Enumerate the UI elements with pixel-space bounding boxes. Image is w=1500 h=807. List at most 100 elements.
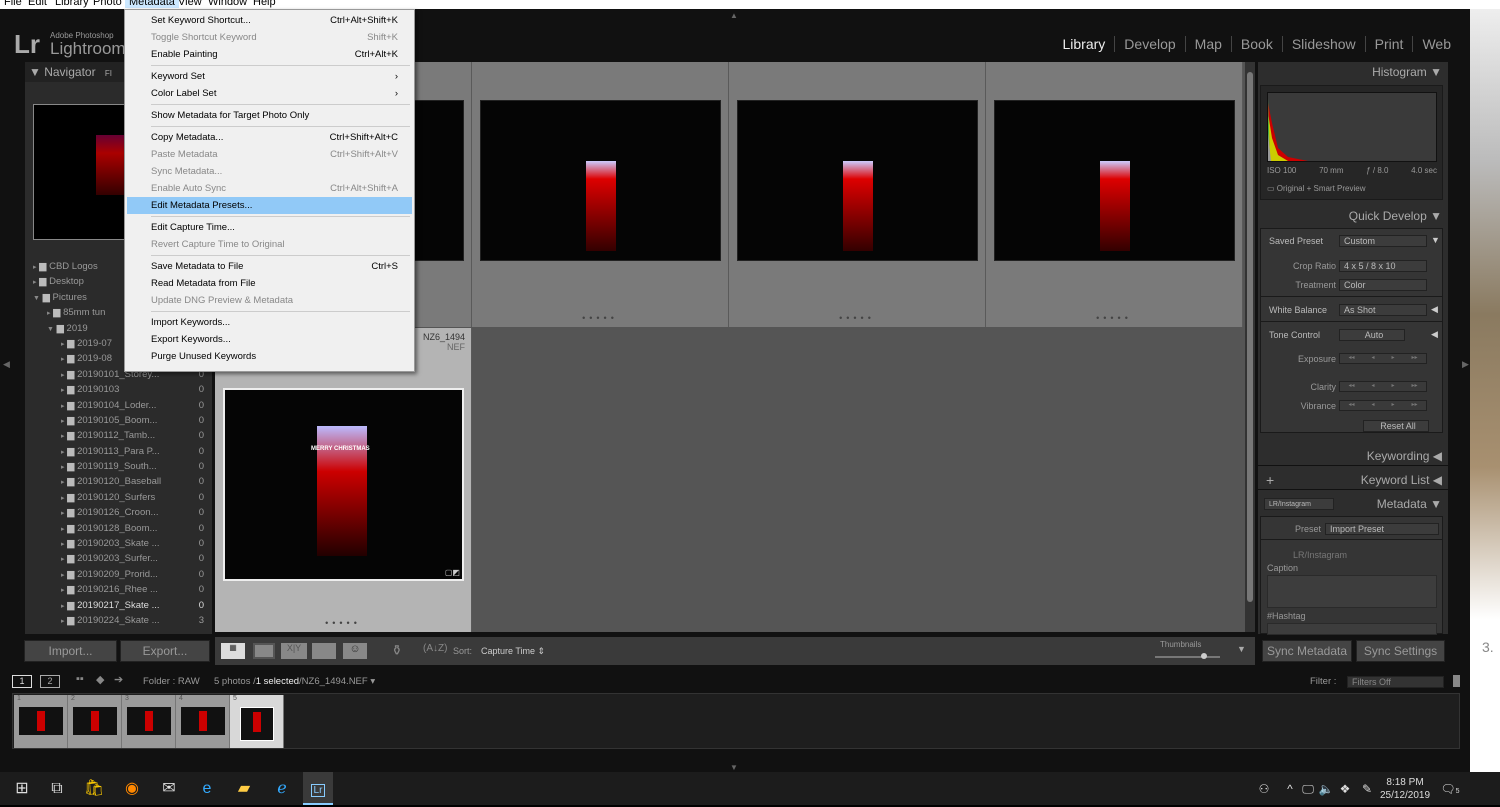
filmstrip-thumbnail[interactable]: 4 <box>176 695 230 748</box>
thumbnail-size-slider[interactable] <box>1155 653 1220 659</box>
file-explorer-icon[interactable]: ▰ <box>232 778 256 800</box>
left-panel-toggle-icon[interactable]: ◀ <box>3 359 10 370</box>
bottom-panel-toggle-icon[interactable]: ▼ <box>730 763 738 772</box>
folder-item[interactable]: ▸ ▆ 20190203_Surfer... 0 <box>25 551 212 566</box>
add-keyword-icon[interactable]: + <box>1266 470 1274 490</box>
toolbar-menu-icon[interactable]: ▼ <box>1237 644 1246 654</box>
folder-item[interactable]: ▸ ▆ 20190224_Skate ... 3 <box>25 613 212 628</box>
menu-window[interactable]: Window <box>208 0 247 8</box>
sort-select[interactable]: Capture Time ⇕ <box>481 646 545 657</box>
export-button[interactable]: Export... <box>120 640 210 662</box>
disclosure-icon[interactable]: ▸ <box>61 403 65 410</box>
right-panel-toggle-icon[interactable]: ▶ <box>1462 359 1469 370</box>
tone-control-toggle-icon[interactable]: ◀ <box>1431 329 1438 340</box>
disclosure-icon[interactable]: ▸ <box>61 510 65 517</box>
disclosure-icon[interactable]: ▸ <box>61 495 65 502</box>
survey-view-icon[interactable] <box>312 643 336 659</box>
filmstrip-thumbnail[interactable]: 1 <box>14 695 68 748</box>
grid-cell-selected[interactable]: NZ6_1494 NEF MERRY CHRISTMAS ▢◩ ••••• <box>215 328 472 632</box>
disclosure-icon[interactable]: ▸ <box>61 618 65 625</box>
disclosure-icon[interactable]: ▸ <box>61 341 65 348</box>
module-develop[interactable]: Develop <box>1114 36 1184 52</box>
keyword-list-header[interactable]: + Keyword List ◀ <box>1258 470 1448 490</box>
task-view-icon[interactable]: ⧉ <box>45 778 69 800</box>
back-arrow-icon[interactable]: ◆ <box>96 673 104 686</box>
disclosure-icon[interactable]: ▸ <box>61 479 65 486</box>
filter-select[interactable]: Filters Off <box>1347 676 1444 688</box>
photo-count[interactable]: 5 photos /1 selected/NZ6_1494.NEF ▾ <box>214 676 375 687</box>
hashtag-field[interactable] <box>1267 623 1437 635</box>
edge-icon[interactable]: e <box>195 778 219 800</box>
menu-photo[interactable]: Photo <box>93 0 122 8</box>
disclosure-icon[interactable]: ▸ <box>61 587 65 594</box>
module-slideshow[interactable]: Slideshow <box>1281 36 1365 52</box>
filmstrip-thumbnail[interactable]: 5 <box>230 695 284 748</box>
grid-cell[interactable]: ••••• <box>472 62 729 327</box>
sync-metadata-button[interactable]: Sync Metadata <box>1262 640 1352 662</box>
mail-icon[interactable]: ✉ <box>157 778 181 800</box>
lightroom-taskbar-icon[interactable]: Lr <box>303 772 333 805</box>
folder-item[interactable]: ▸ ▆ 20190203_Skate ... 0 <box>25 536 212 551</box>
disclosure-icon[interactable]: ▸ <box>61 526 65 533</box>
grid-scrollbar[interactable] <box>1245 62 1255 632</box>
menu-library[interactable]: Library <box>55 0 89 8</box>
menu-item[interactable]: Show Metadata for Target Photo Only <box>127 107 412 124</box>
module-print[interactable]: Print <box>1364 36 1413 52</box>
disclosure-icon[interactable]: ▸ <box>33 279 37 286</box>
compare-view-icon[interactable]: X|Y <box>281 643 307 659</box>
disclosure-icon[interactable]: ▸ <box>61 572 65 579</box>
disclosure-icon[interactable]: ▼ <box>33 295 40 302</box>
disclosure-icon[interactable]: ▼ <box>47 326 54 333</box>
menu-item[interactable]: Purge Unused Keywords <box>127 348 412 365</box>
disclosure-icon[interactable]: ▸ <box>61 433 65 440</box>
menu-item[interactable]: Toggle Shortcut Keyword Shift+K <box>127 29 412 46</box>
disclosure-icon[interactable]: ▸ <box>61 356 65 363</box>
white-balance-toggle-icon[interactable]: ◀ <box>1431 304 1438 315</box>
folder-item[interactable]: ▸ ▆ 20190104_Loder... 0 <box>25 398 212 413</box>
disclosure-icon[interactable]: ▸ <box>61 418 65 425</box>
disclosure-icon[interactable]: ▸ <box>61 372 65 379</box>
pen-icon[interactable]: ✎ <box>1355 778 1379 800</box>
vibrance-stepper[interactable]: ◂◂ ◂ ▸ ▸▸ <box>1339 400 1427 411</box>
metadata-set-select[interactable]: LR/Instagram <box>1264 498 1334 510</box>
folder-item[interactable]: ▸ ▆ 20190217_Skate ... 0 <box>25 598 212 613</box>
filmstrip-thumbnail[interactable]: 3 <box>122 695 176 748</box>
menu-item[interactable]: Edit Metadata Presets... <box>127 197 412 214</box>
folder-item[interactable]: ▸ ▆ 20190105_Boom... 0 <box>25 413 212 428</box>
disclosure-icon[interactable]: ▸ <box>61 387 65 394</box>
folder-item[interactable]: ▸ ▆ 20190120_Baseball 0 <box>25 474 212 489</box>
disclosure-icon[interactable]: ▸ <box>61 449 65 456</box>
folder-item[interactable]: ▸ ▆ 20190209_Prorid... 0 <box>25 567 212 582</box>
forward-arrow-icon[interactable]: ➔ <box>114 673 123 686</box>
folder-item[interactable]: ▸ ▆ 20190120_Surfers 0 <box>25 490 212 505</box>
secondary-window-button[interactable]: 2 <box>40 675 60 688</box>
filmstrip-thumbnail[interactable]: 2 <box>68 695 122 748</box>
navigator-preview[interactable] <box>33 104 129 240</box>
primary-window-button[interactable]: 1 <box>12 675 32 688</box>
module-library[interactable]: Library <box>1054 36 1115 52</box>
disclosure-icon[interactable]: ▸ <box>61 541 65 548</box>
ie-icon[interactable]: ℯ <box>270 778 294 800</box>
menu-item[interactable]: Revert Capture Time to Original <box>127 236 412 253</box>
menu-view[interactable]: View <box>178 0 202 8</box>
auto-tone-button[interactable]: Auto <box>1339 329 1405 341</box>
folder-item[interactable]: ▸ ▆ 20190119_South... 0 <box>25 459 212 474</box>
disclosure-icon[interactable]: ▸ <box>47 310 51 317</box>
grid-view-small-icon[interactable]: ▪▪ <box>76 673 84 685</box>
menu-item[interactable]: Sync Metadata... <box>127 163 412 180</box>
folder-item[interactable]: ▸ ▆ 20190128_Boom... 0 <box>25 521 212 536</box>
notifications-icon[interactable]: 🗨5 <box>1438 778 1462 800</box>
menu-item[interactable]: Keyword Set › <box>127 68 412 85</box>
people-icon[interactable]: ⚇ <box>1252 778 1276 800</box>
people-view-icon[interactable]: ☺ <box>343 643 367 659</box>
menu-help[interactable]: Help <box>253 0 276 8</box>
module-map[interactable]: Map <box>1184 36 1231 52</box>
folder-item[interactable]: ▸ ▆ 20190103 0 <box>25 382 212 397</box>
top-panel-toggle-icon[interactable]: ▲ <box>730 11 738 20</box>
filter-lock-icon[interactable] <box>1453 675 1460 687</box>
menu-file[interactable]: File <box>4 0 22 8</box>
quick-develop-header[interactable]: Quick Develop ▼ <box>1258 206 1448 226</box>
sort-direction-icon[interactable]: (A↓Z) <box>423 643 447 654</box>
folder-item[interactable]: ▸ ▆ 20190112_Tamb... 0 <box>25 428 212 443</box>
disclosure-icon[interactable]: ▸ <box>61 603 65 610</box>
